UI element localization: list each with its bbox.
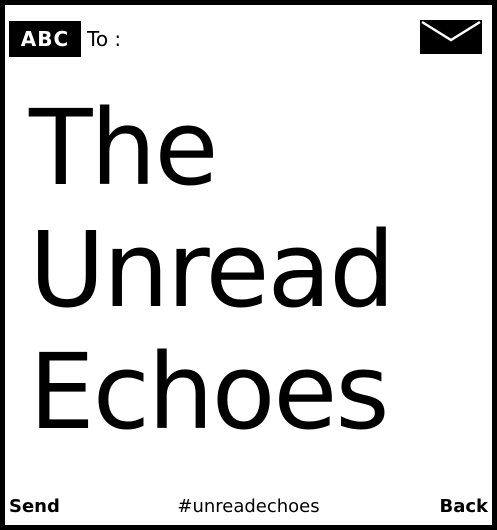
hashtag-softkey: #unreadechoes (5, 495, 492, 519)
hashtag-label[interactable]: #unreadechoes (177, 496, 319, 517)
message-line: Unread (29, 209, 395, 331)
envelope-icon[interactable] (420, 20, 482, 54)
message-body[interactable]: The Unread Echoes (29, 87, 474, 453)
message-line: Echoes (29, 331, 390, 453)
back-softkey[interactable]: Back (439, 495, 488, 519)
recipient-label[interactable]: To : (87, 21, 121, 57)
softkey-bar: Send #unreadechoes Back (5, 491, 492, 525)
message-composer-screen: ABC To : The Unread Echoes Send #unreade… (0, 0, 497, 530)
send-softkey[interactable]: Send (9, 495, 60, 519)
input-mode-indicator[interactable]: ABC (9, 21, 81, 57)
message-line: The (29, 87, 218, 209)
composer-header: ABC To : (5, 5, 492, 65)
